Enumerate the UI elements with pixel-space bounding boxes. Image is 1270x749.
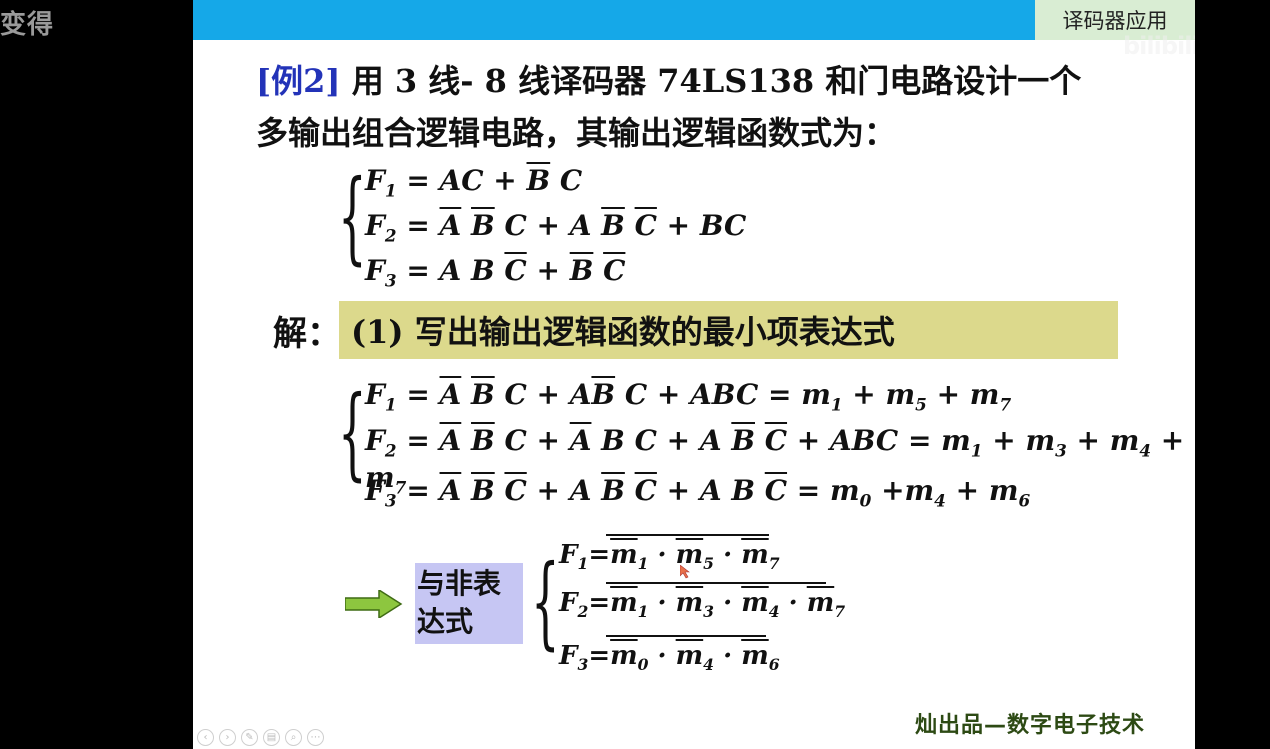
arrow-right-icon [345,590,403,618]
nand-f3-overbar [606,635,766,637]
given-f3: F3 = A B C + B C [365,254,626,291]
slideshow-controls: ‹ › ✎ ▤ ⌕ ⋯ [197,729,324,746]
title-line-1: 用 3 线- 8 线译码器 74LS138 和门电路设计一个 [351,62,1082,100]
nand-f1: F1=m1 · m5 · m7 [559,540,780,574]
nand-f3: F3=m0 · m4 · m6 [559,641,780,675]
solution-step-text: (1) 写出输出逻辑函数的最小项表达式 [351,313,895,351]
solution-step-box: (1) 写出输出逻辑函数的最小项表达式 [339,301,1118,359]
presentation-slide: 译码器应用 bilibili [例2] 用 3 线- 8 线译码器 74LS13… [193,0,1195,749]
example-tag: [例2] [256,62,341,100]
next-icon[interactable]: › [219,729,236,746]
minterm-f3: F3 = A B C + A B C + A B C = m0 +m4 + m6 [365,474,1031,511]
prev-icon[interactable]: ‹ [197,729,214,746]
given-f2: F2 = A B C + A B C + BC [365,209,747,246]
mouse-cursor-icon [680,565,690,579]
minterm-brace: { [338,374,367,491]
course-footer: 灿出品—数字电子技术 [915,713,1146,738]
title-line-2: 多输出组合逻辑电路，其输出逻辑函数式为： [256,114,897,152]
nand-label-line-1: 与非表 [417,567,502,600]
minterm-f1: F1 = A B C + AB C + ABC = m1 + m5 + m7 [365,378,1012,415]
overlay-corner-text: 变得 [0,10,55,40]
nand-f2-overbar [606,582,826,584]
nand-label-line-2: 达式 [417,605,474,638]
slides-icon[interactable]: ▤ [263,729,280,746]
zoom-icon[interactable]: ⌕ [285,729,302,746]
given-brace: { [338,158,367,275]
pen-icon[interactable]: ✎ [241,729,258,746]
more-icon[interactable]: ⋯ [307,729,324,746]
nand-f2: F2=m1 · m3 · m4 · m7 [559,588,846,622]
problem-statement: [例2] 用 3 线- 8 线译码器 74LS138 和门电路设计一个 多输出组… [256,55,1176,159]
solution-label: 解： [273,314,341,354]
given-f1: F1 = AC + B C [365,164,583,201]
nand-form-label: 与非表 达式 [415,563,523,644]
nand-brace: { [531,543,560,660]
nand-f1-overbar [606,534,769,536]
